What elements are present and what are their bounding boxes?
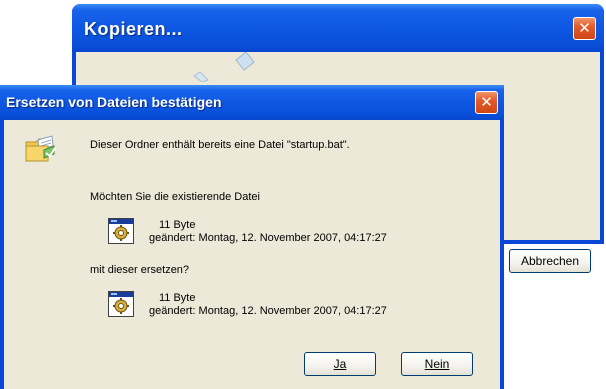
yes-button[interactable]: Ja (304, 352, 376, 376)
existing-file-size: 11 Byte (159, 219, 196, 231)
close-icon: ✕ (480, 93, 493, 111)
yes-button-label: Ja (333, 357, 347, 371)
folder-icon (25, 135, 56, 162)
copy-window-titlebar[interactable]: Kopieren... ✕ (72, 4, 604, 52)
dialog-titlebar[interactable]: Ersetzen von Dateien bestätigen ✕ (0, 85, 504, 120)
cancel-button[interactable]: Abbrechen (509, 249, 591, 273)
dialog-title: Ersetzen von Dateien bestätigen (6, 94, 222, 110)
dialog-body: Dieser Ordner enthält bereits eine Datei… (4, 120, 500, 389)
existing-file-modified: geändert: Montag, 12. November 2007, 04:… (149, 232, 387, 244)
batch-file-icon (108, 218, 134, 244)
replace-confirm-dialog: Ersetzen von Dateien bestätigen ✕ Dieser… (0, 85, 504, 389)
copy-animation-icon (193, 52, 255, 82)
new-file-size: 11 Byte (159, 292, 196, 304)
copy-window-close-button[interactable]: ✕ (573, 17, 596, 40)
close-icon: ✕ (578, 19, 591, 37)
question-replace-label: mit dieser ersetzen? (90, 264, 190, 276)
new-file-modified: geändert: Montag, 12. November 2007, 04:… (149, 305, 387, 317)
dialog-close-button[interactable]: ✕ (475, 91, 498, 114)
batch-file-icon (108, 291, 134, 317)
no-button-label: Nein (424, 357, 450, 371)
no-button[interactable]: Nein (401, 352, 473, 376)
question-existing-label: Möchten Sie die existierende Datei (90, 191, 260, 203)
existing-file-message: Dieser Ordner enthält bereits eine Datei… (90, 139, 350, 151)
copy-window-title: Kopieren... (84, 19, 183, 39)
